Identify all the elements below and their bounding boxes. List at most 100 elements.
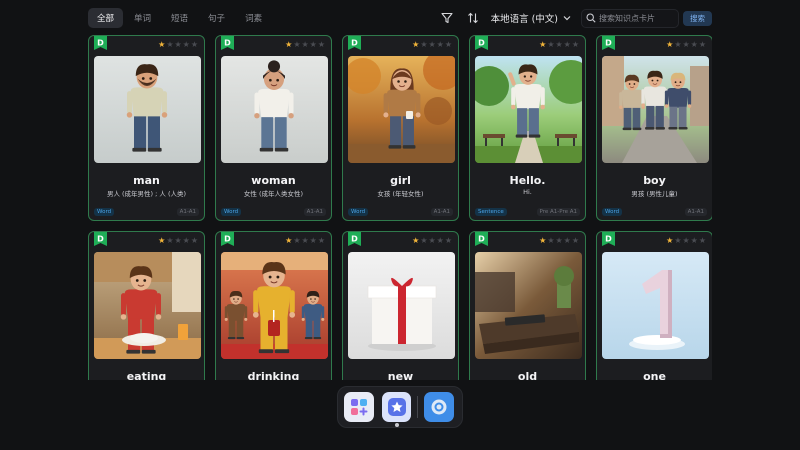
dictionary-badge-icon: D <box>94 232 107 246</box>
search-icon <box>586 13 596 23</box>
rating-stars: ★ ★ ★ ★ ★ <box>539 41 579 49</box>
star-icon: ★ <box>547 236 555 245</box>
star-icon: ★ <box>190 40 198 49</box>
star-icon: ★ <box>539 236 547 245</box>
card-level-tag: A1-A1 <box>176 208 199 216</box>
star-icon: ★ <box>420 40 428 49</box>
flashcard-eating[interactable]: D ★ ★ ★ ★ ★ eating <box>88 231 205 380</box>
star-icon: ★ <box>309 40 317 49</box>
star-icon: ★ <box>444 236 452 245</box>
svg-text:D: D <box>351 235 358 244</box>
rating-stars: ★ ★ ★ ★ ★ <box>539 237 579 245</box>
star-icon: ★ <box>444 40 452 49</box>
rating-stars: ★ ★ ★ ★ ★ <box>666 41 706 49</box>
star-icon: ★ <box>682 236 690 245</box>
card-word: boy <box>643 174 666 187</box>
card-word: man <box>133 174 160 187</box>
star-icon: ★ <box>174 236 182 245</box>
card-word: woman <box>251 174 296 187</box>
star-icon: ★ <box>158 236 166 245</box>
star-icon: ★ <box>317 236 325 245</box>
star-icon: ★ <box>690 236 698 245</box>
running-indicator <box>394 423 399 427</box>
card-illustration <box>348 252 455 359</box>
star-icon: ★ <box>301 236 309 245</box>
rating-stars: ★ ★ ★ ★ ★ <box>285 237 325 245</box>
flashcard-boy[interactable]: D ★ ★ ★ ★ ★ boy 男孩 (男性儿童) Word A1-A1 <box>596 35 712 221</box>
star-icon: ★ <box>317 40 325 49</box>
dictionary-badge-icon: D <box>475 36 488 50</box>
card-illustration <box>475 252 582 359</box>
star-icon: ★ <box>563 236 571 245</box>
star-icon: ★ <box>698 236 706 245</box>
svg-text:D: D <box>97 39 104 48</box>
flashcard-new[interactable]: D ★ ★ ★ ★ ★ new <box>342 231 459 380</box>
star-icon: ★ <box>690 40 698 49</box>
flashcard-girl[interactable]: D ★ ★ ★ ★ ★ girl 女孩 (年轻女性) Word A1-A1 <box>342 35 459 221</box>
card-type-tag: Word <box>221 208 242 216</box>
star-icon: ★ <box>571 40 579 49</box>
search-button[interactable]: 搜索 <box>683 10 712 26</box>
card-illustration <box>94 252 201 359</box>
star-icon: ★ <box>420 236 428 245</box>
star-icon: ★ <box>190 236 198 245</box>
star-icon: ★ <box>412 40 420 49</box>
card-definition: 女孩 (年轻女性) <box>377 190 424 198</box>
flashcard-hello[interactable]: D ★ ★ ★ ★ ★ Hello. Hi. Sentence Pre A1-P… <box>469 35 586 221</box>
flashcard-drinking[interactable]: D ★ ★ ★ ★ ★ drinking <box>215 231 332 380</box>
star-app-icon[interactable] <box>381 392 412 427</box>
card-word: Hello. <box>509 174 546 187</box>
rating-stars: ★ ★ ★ ★ ★ <box>666 237 706 245</box>
card-illustration <box>602 56 709 163</box>
flashcard-man[interactable]: D ★ ★ ★ ★ ★ man 男人 (成年男性) ; 人 (人类) Word A1-A… <box>88 35 205 221</box>
star-icon: ★ <box>182 236 190 245</box>
star-icon: ★ <box>158 40 166 49</box>
star-icon: ★ <box>428 236 436 245</box>
rating-stars: ★ ★ ★ ★ ★ <box>412 41 452 49</box>
dictionary-badge-icon: D <box>94 36 107 50</box>
rating-stars: ★ ★ ★ ★ ★ <box>158 237 198 245</box>
sort-icon[interactable] <box>465 10 481 26</box>
flashcard-old[interactable]: D ★ ★ ★ ★ ★ old <box>469 231 586 380</box>
star-icon: ★ <box>301 40 309 49</box>
toolbar-tools: 本地语言 (中文) 搜索 <box>439 8 712 28</box>
star-icon: ★ <box>547 40 555 49</box>
card-word: eating <box>126 370 167 380</box>
flashcard-woman[interactable]: D ★ ★ ★ ★ ★ woman 女性 (成年人类女性) Word A1-A1 <box>215 35 332 221</box>
star-icon: ★ <box>674 236 682 245</box>
filter-icon[interactable] <box>439 10 455 26</box>
apps-launcher-icon[interactable] <box>344 392 374 422</box>
star-icon: ★ <box>682 40 690 49</box>
dictionary-badge-icon: D <box>602 36 615 50</box>
search-input[interactable] <box>599 13 673 23</box>
settings-app-icon[interactable] <box>424 392 454 422</box>
card-level-tag: A1-A1 <box>303 208 326 216</box>
star-icon: ★ <box>166 40 174 49</box>
star-icon: ★ <box>563 40 571 49</box>
rating-stars: ★ ★ ★ ★ ★ <box>412 237 452 245</box>
tab-all[interactable]: 全部 <box>88 8 124 28</box>
card-word: new <box>387 370 414 380</box>
tab-phrases[interactable]: 短语 <box>162 8 197 28</box>
star-icon: ★ <box>555 236 563 245</box>
flashcard-one[interactable]: D ★ ★ ★ ★ ★ one <box>596 231 712 380</box>
star-icon: ★ <box>285 236 293 245</box>
card-word: one <box>643 370 666 380</box>
tab-words[interactable]: 单词 <box>125 8 160 28</box>
dictionary-badge-icon: D <box>221 232 234 246</box>
svg-text:D: D <box>605 39 612 48</box>
card-illustration <box>221 56 328 163</box>
rating-stars: ★ ★ ★ ★ ★ <box>285 41 325 49</box>
star-icon: ★ <box>555 40 563 49</box>
card-type-tag: Word <box>94 208 115 216</box>
card-level-tag: A1-A1 <box>684 208 707 216</box>
language-select[interactable]: 本地语言 (中文) <box>491 11 571 25</box>
svg-text:D: D <box>351 39 358 48</box>
card-type-tag: Sentence <box>475 208 507 216</box>
star-icon: ★ <box>436 236 444 245</box>
svg-text:D: D <box>97 235 104 244</box>
tab-morphemes[interactable]: 词素 <box>236 8 271 28</box>
card-illustration <box>221 252 328 359</box>
dock-separator <box>417 396 419 418</box>
tab-sentences[interactable]: 句子 <box>199 8 234 28</box>
